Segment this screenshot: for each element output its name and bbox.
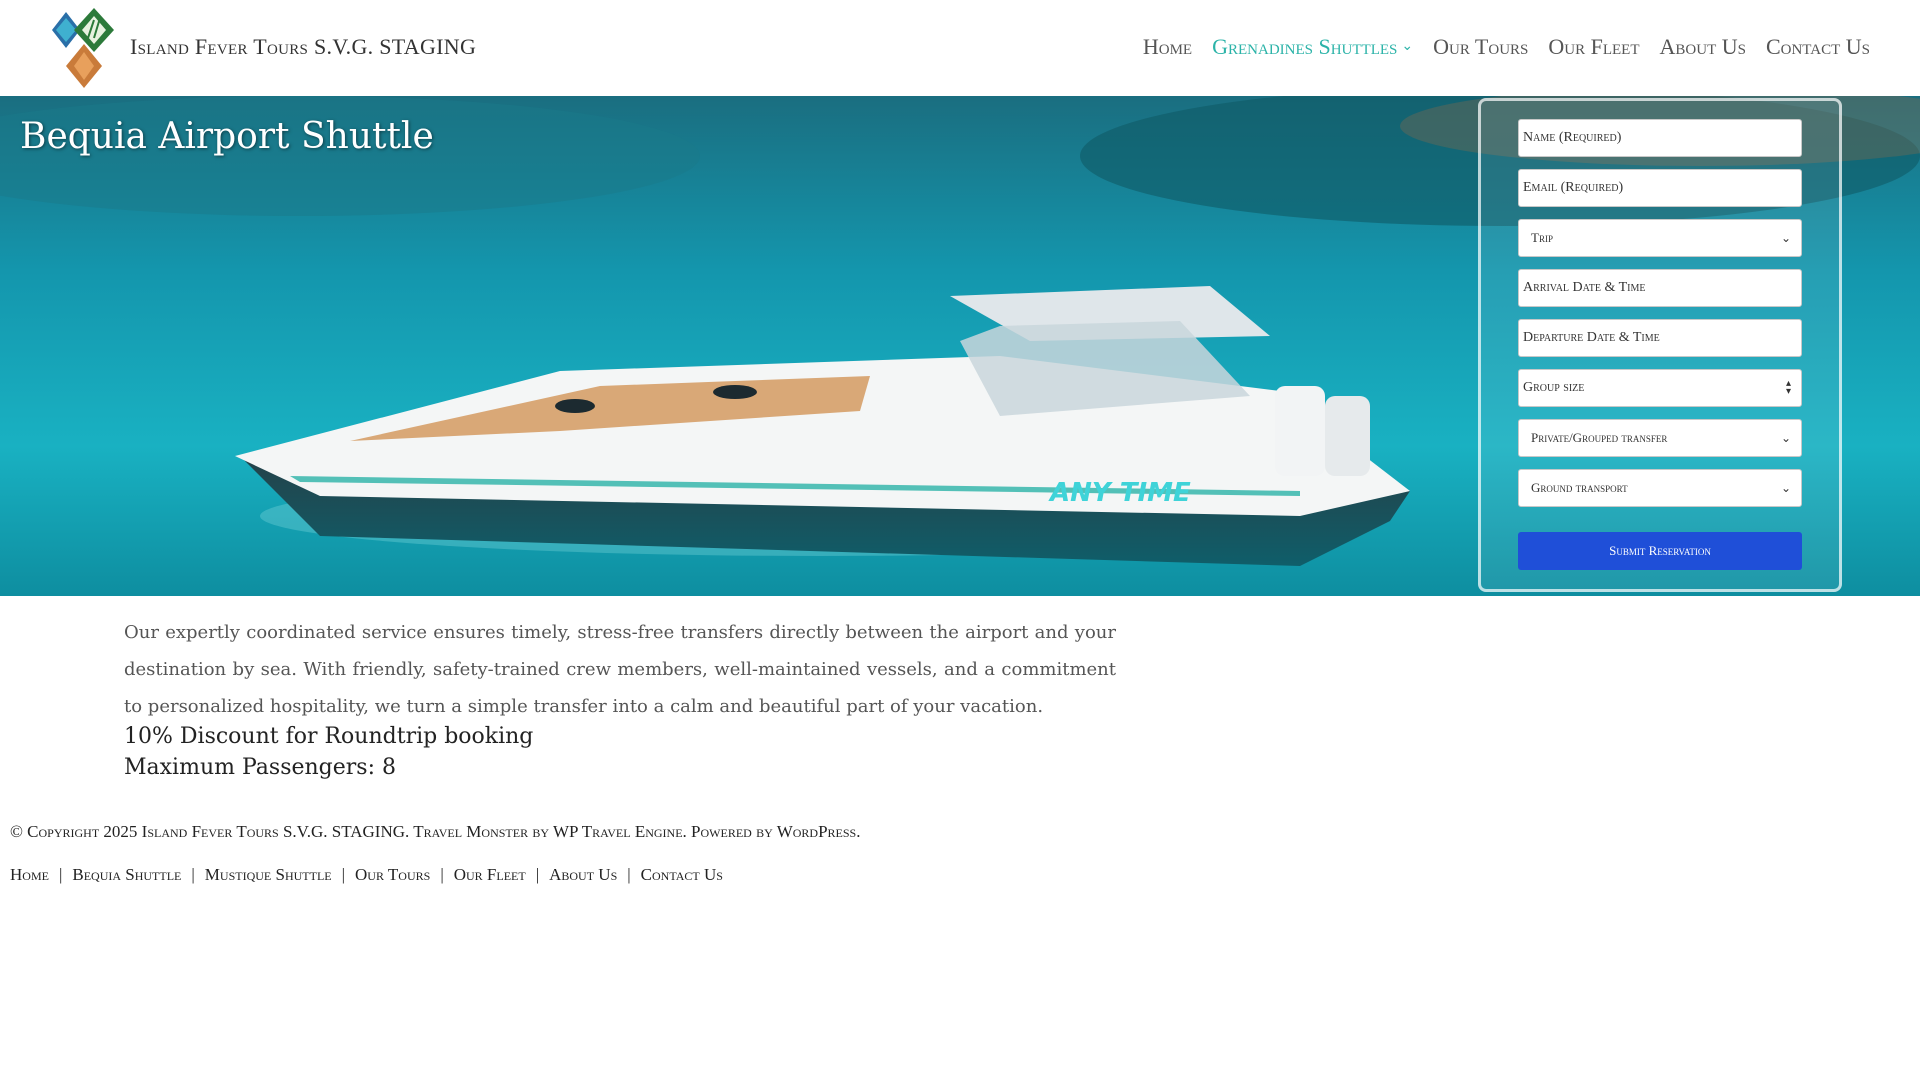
discount-text: 10% Discount for Roundtrip booking xyxy=(124,724,534,749)
footer-nav: Home | Bequia Shuttle | Mustique Shuttle… xyxy=(10,865,723,885)
arrival-date-field[interactable]: Arrival Date & Time xyxy=(1518,269,1802,307)
trip-select-value: Trip xyxy=(1531,230,1553,245)
footer-separator: | xyxy=(191,865,195,884)
nav-home-label: Home xyxy=(1142,34,1193,59)
page-title: Bequia Airport Shuttle xyxy=(20,116,434,157)
footer-separator: | xyxy=(58,865,63,884)
nav-contact-label: Contact Us xyxy=(1765,34,1870,59)
transfer-select-value: Private/Grouped transfer xyxy=(1531,430,1668,445)
nav-contact-us[interactable]: Contact Us xyxy=(1766,34,1870,60)
footer-separator: | xyxy=(535,865,540,884)
nav-fleet-label: Our Fleet xyxy=(1548,34,1640,59)
arrival-placeholder: Arrival Date & Time xyxy=(1523,280,1646,295)
email-field[interactable]: Email (Required) xyxy=(1518,169,1802,207)
ground-select-value: Ground transport xyxy=(1531,480,1628,495)
nav-about-label: About Us xyxy=(1659,34,1746,59)
footer-link-our-tours[interactable]: Our Tours xyxy=(355,865,430,885)
nav-our-fleet[interactable]: Our Fleet xyxy=(1548,34,1639,60)
chevron-down-icon: ⌄ xyxy=(1401,38,1414,54)
stepper-arrows-icon[interactable]: ▴ ▾ xyxy=(1786,379,1791,397)
name-field[interactable]: Name (Required) xyxy=(1518,119,1802,157)
boat-name-text: ANY TIME xyxy=(1048,478,1191,508)
chevron-down-icon: ⌄ xyxy=(1780,230,1791,245)
footer-link-contact-us[interactable]: Contact Us xyxy=(641,865,723,885)
footer-separator: | xyxy=(440,865,444,884)
transfer-type-select[interactable]: Private/Grouped transfer ⌄ xyxy=(1518,419,1802,457)
trip-select[interactable]: Trip ⌄ xyxy=(1518,219,1802,257)
footer-copyright: © Copyright 2025 Island Fever Tours S.V.… xyxy=(10,822,861,841)
site-title[interactable]: Island Fever Tours S.V.G. STAGING xyxy=(130,34,476,60)
site-logo[interactable] xyxy=(50,8,120,88)
nav-grenadines-label: Grenadines Shuttles xyxy=(1212,34,1398,59)
group-size-placeholder: Group size xyxy=(1523,380,1585,395)
footer-link-about-us[interactable]: About Us xyxy=(549,865,617,885)
nav-home[interactable]: Home xyxy=(1143,34,1192,60)
chevron-down-icon: ⌄ xyxy=(1780,430,1791,445)
site-header: Island Fever Tours S.V.G. STAGING Home G… xyxy=(0,0,1920,96)
footer-separator: | xyxy=(341,865,346,884)
footer-link-home[interactable]: Home xyxy=(10,865,49,885)
main-nav: Home Grenadines Shuttles ⌄ Our Tours Our … xyxy=(1143,34,1870,60)
group-size-stepper[interactable]: Group size ▴ ▾ xyxy=(1518,369,1802,407)
nav-about-us[interactable]: About Us xyxy=(1660,34,1746,60)
footer-link-bequia-shuttle[interactable]: Bequia Shuttle xyxy=(72,865,181,885)
nav-tours-label: Our Tours xyxy=(1433,34,1529,59)
footer-separator: | xyxy=(627,865,631,884)
departure-placeholder: Departure Date & Time xyxy=(1523,330,1660,345)
departure-date-field[interactable]: Departure Date & Time xyxy=(1518,319,1802,357)
nav-grenadines-shuttles[interactable]: Grenadines Shuttles ⌄ xyxy=(1212,34,1413,60)
nav-our-tours[interactable]: Our Tours xyxy=(1433,34,1528,60)
submit-reservation-button[interactable]: Submit Reservation xyxy=(1518,532,1802,570)
max-passengers-text: Maximum Passengers: 8 xyxy=(124,755,396,780)
chevron-down-icon: ⌄ xyxy=(1780,480,1791,495)
ground-transport-select[interactable]: Ground transport ⌄ xyxy=(1518,469,1802,507)
footer-link-mustique-shuttle[interactable]: Mustique Shuttle xyxy=(205,865,332,885)
email-placeholder: Email (Required) xyxy=(1523,180,1624,195)
name-placeholder: Name (Required) xyxy=(1523,130,1622,145)
description-paragraph: Our expertly coordinated service ensures… xyxy=(124,622,1116,717)
footer-link-our-fleet[interactable]: Our Fleet xyxy=(454,865,526,885)
